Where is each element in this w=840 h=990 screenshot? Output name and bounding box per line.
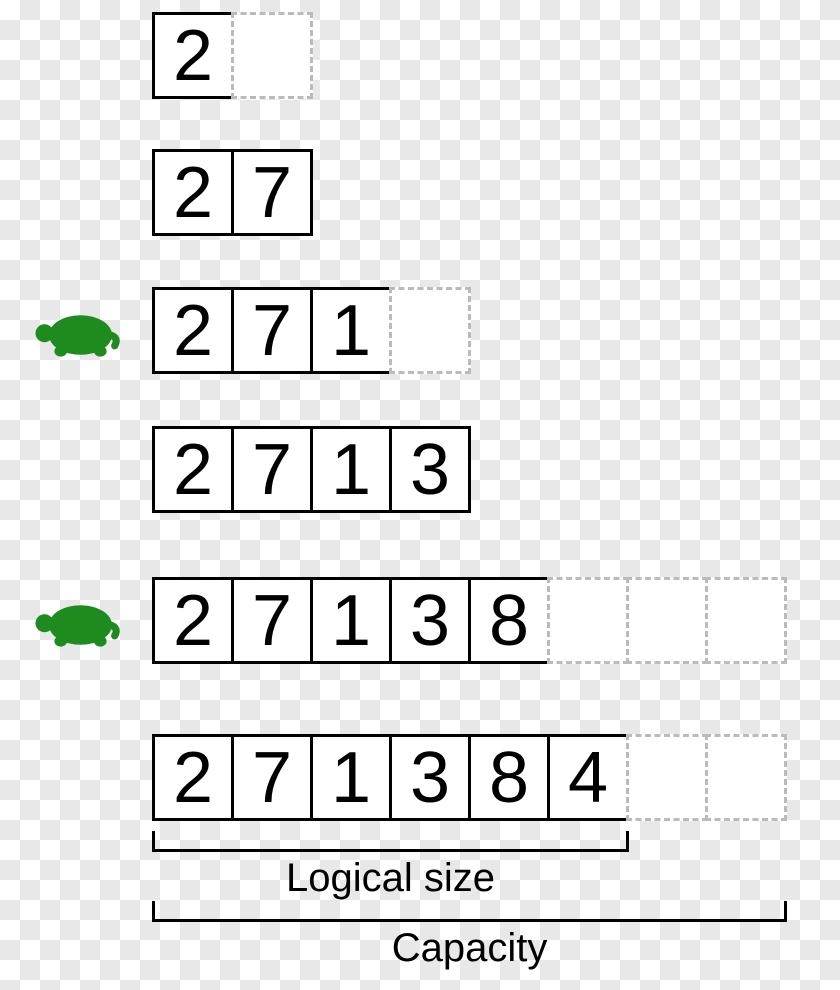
filled-cell: 2 xyxy=(152,12,234,99)
empty-cell xyxy=(389,287,471,374)
array-row-3: 2713 xyxy=(0,426,471,513)
turtle-slot xyxy=(0,303,152,358)
filled-cell: 1 xyxy=(310,426,392,513)
filled-cell: 8 xyxy=(468,734,550,821)
bracket-tick-left xyxy=(152,831,155,849)
array-row-1: 27 xyxy=(0,149,313,236)
array-row-4: 27138 xyxy=(0,577,787,664)
array-row-5: 271384 xyxy=(0,734,787,821)
filled-cell: 8 xyxy=(468,577,550,664)
boxline: 27 xyxy=(152,149,313,236)
empty-cell xyxy=(626,577,708,664)
bracket-tick-right xyxy=(626,831,629,849)
filled-cell: 1 xyxy=(310,577,392,664)
filled-cell: 1 xyxy=(310,734,392,821)
boxline: 271 xyxy=(152,287,471,374)
filled-cell: 1 xyxy=(310,287,392,374)
empty-cell xyxy=(705,577,787,664)
filled-cell: 2 xyxy=(152,149,234,236)
filled-cell: 2 xyxy=(152,426,234,513)
filled-cell: 7 xyxy=(231,577,313,664)
filled-cell: 7 xyxy=(231,149,313,236)
filled-cell: 3 xyxy=(389,577,471,664)
turtle-icon xyxy=(31,303,121,358)
filled-cell: 3 xyxy=(389,734,471,821)
filled-cell: 4 xyxy=(547,734,629,821)
array-row-2: 271 xyxy=(0,287,471,374)
logical-size-label: Logical size xyxy=(152,856,629,901)
filled-cell: 7 xyxy=(231,734,313,821)
bracket-tick-right xyxy=(784,901,787,919)
turtle-slot xyxy=(0,593,152,648)
boxline: 2 xyxy=(152,12,313,99)
boxline: 271384 xyxy=(152,734,787,821)
boxline: 2713 xyxy=(152,426,471,513)
filled-cell: 2 xyxy=(152,287,234,374)
filled-cell: 3 xyxy=(389,426,471,513)
filled-cell: 2 xyxy=(152,734,234,821)
empty-cell xyxy=(705,734,787,821)
capacity-bracket: Capacity xyxy=(152,901,787,971)
empty-cell xyxy=(626,734,708,821)
filled-cell: 2 xyxy=(152,577,234,664)
empty-cell xyxy=(547,577,629,664)
array-row-0: 2 xyxy=(0,12,313,99)
logical-size-bracket: Logical size xyxy=(152,831,629,901)
bracket-tick-left xyxy=(152,901,155,919)
capacity-label: Capacity xyxy=(152,926,787,971)
turtle-icon xyxy=(31,593,121,648)
bracket-line xyxy=(152,901,787,922)
filled-cell: 7 xyxy=(231,287,313,374)
boxline: 27138 xyxy=(152,577,787,664)
empty-cell xyxy=(231,12,313,99)
filled-cell: 7 xyxy=(231,426,313,513)
bracket-line xyxy=(152,831,629,852)
